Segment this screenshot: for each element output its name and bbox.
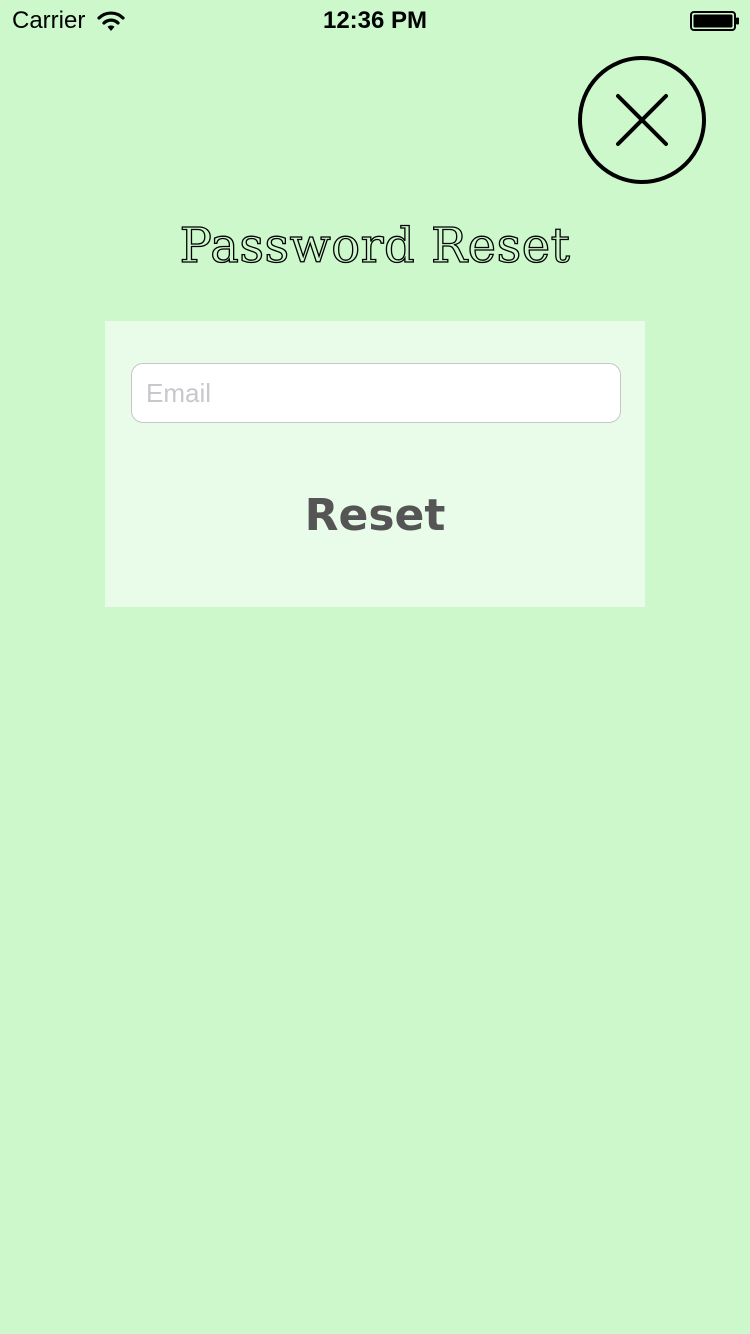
reset-form-panel: Reset	[105, 321, 645, 607]
status-bar: Carrier 12:36 PM	[0, 0, 750, 40]
close-button[interactable]	[578, 56, 706, 184]
status-time: 12:36 PM	[322, 7, 428, 34]
reset-button[interactable]: Reset	[105, 471, 645, 561]
close-icon	[578, 56, 706, 184]
battery-icon	[690, 11, 740, 31]
page-title: Password Reset	[179, 217, 571, 274]
email-field[interactable]	[131, 363, 621, 423]
